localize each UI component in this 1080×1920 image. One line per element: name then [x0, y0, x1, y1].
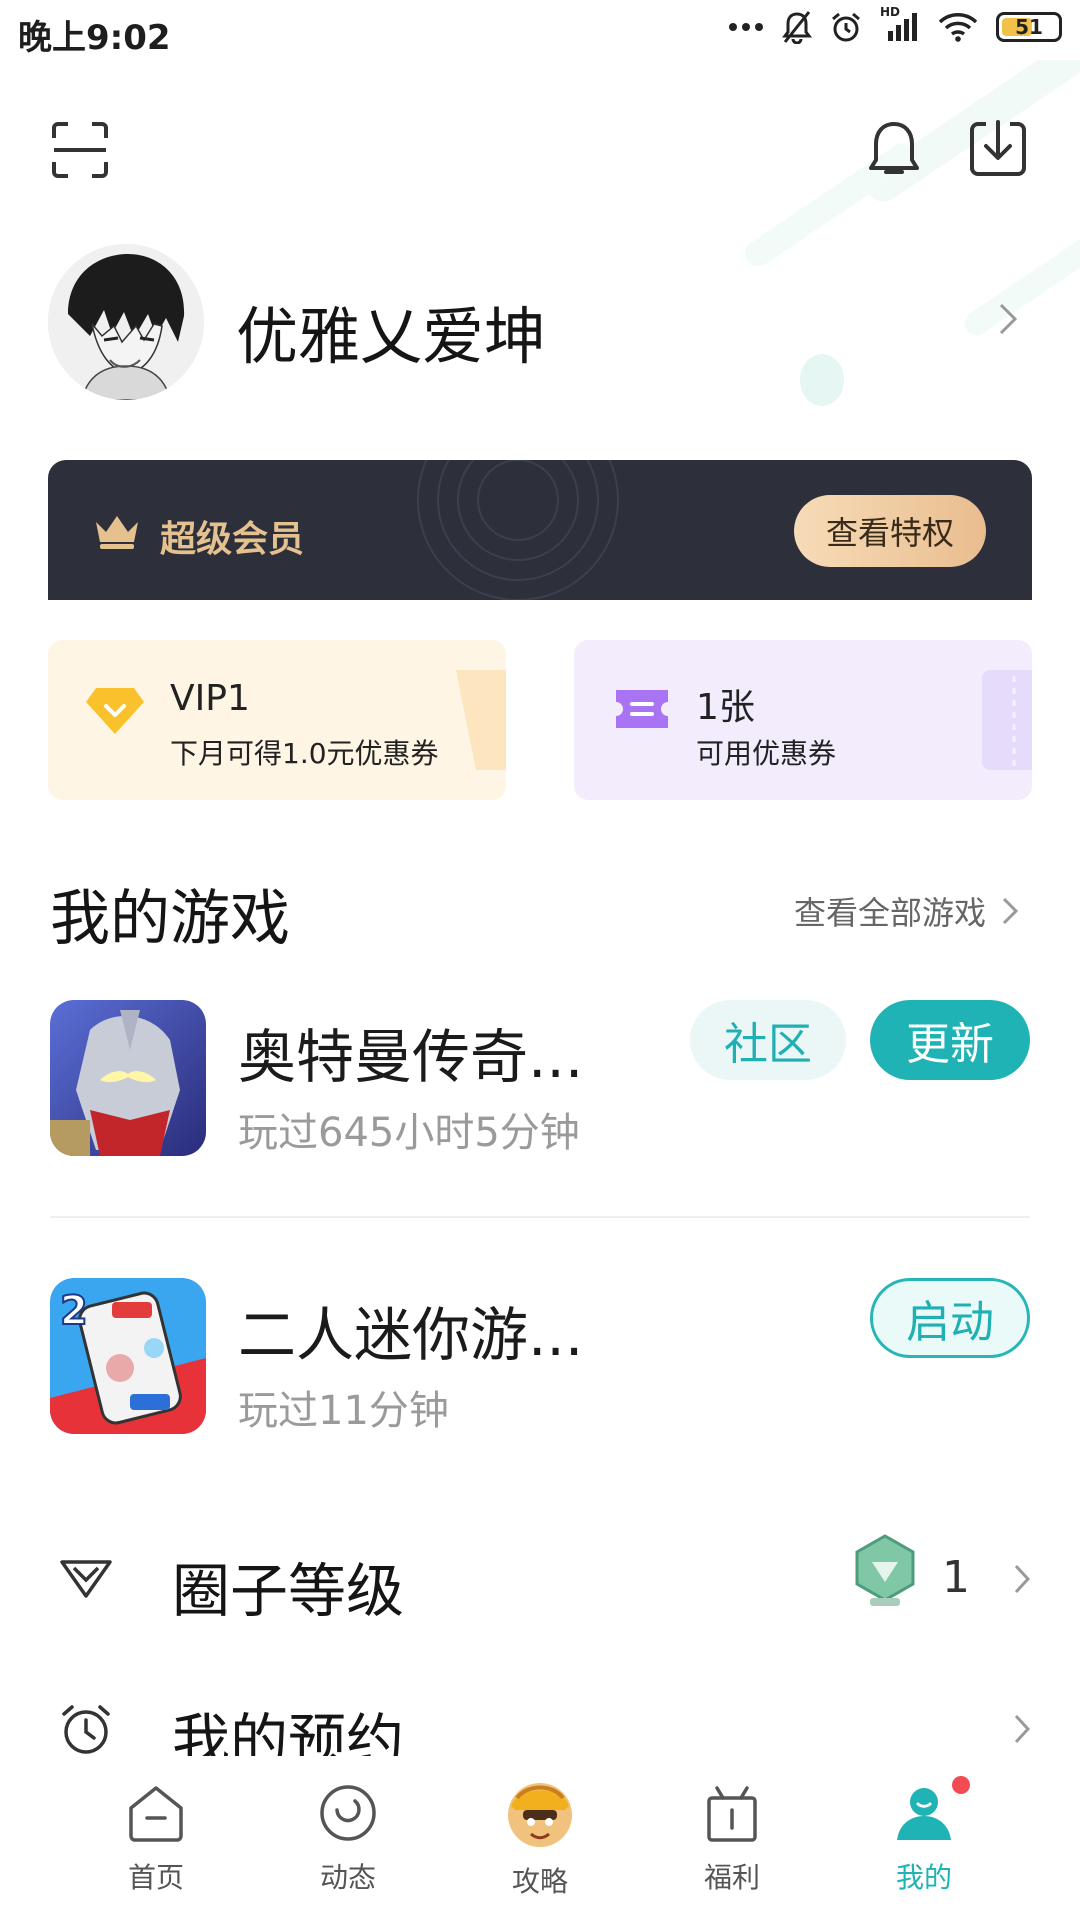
notification-dot [952, 1776, 970, 1794]
more-dots-icon [729, 23, 763, 31]
status-bar: 晚上9:02 HD 51 [0, 0, 1080, 66]
header-toolbar [0, 110, 1080, 190]
tab-home[interactable]: 首页 [96, 1780, 216, 1896]
diamond-icon [86, 688, 144, 734]
coupon-count: 1张 [696, 687, 755, 728]
scan-icon[interactable] [50, 120, 110, 180]
wifi-icon [938, 13, 978, 42]
bottom-tab-bar: 首页 动态 攻略 福利 我的 [0, 1756, 1080, 1920]
circle-level-value: 1 [942, 1552, 970, 1603]
page: 晚上9:02 HD 51 优雅乂爱坤 超级会员 查看特权 VIP1 下月可得1.… [0, 0, 1080, 1920]
home-icon [129, 1786, 183, 1842]
game-row-ultraman[interactable]: 奥特曼传奇... 玩过645小时5分钟 社区 更新 [50, 1000, 1034, 1160]
game-name: 奥特曼传奇... [238, 1023, 584, 1091]
svg-text:2: 2 [60, 1288, 88, 1334]
launch-button[interactable]: 启动 [870, 1278, 1030, 1358]
download-icon[interactable] [968, 118, 1028, 180]
mute-bell-icon [782, 11, 812, 44]
vip-benefit-text: 下月可得1.0元优惠券 [170, 737, 439, 770]
alarm-icon [832, 12, 860, 42]
game-playtime: 玩过11分钟 [238, 1388, 449, 1434]
chevron-right-icon[interactable] [998, 302, 1018, 336]
super-vip-banner[interactable]: 超级会员 查看特权 [48, 460, 1032, 600]
tab-label: 福利 [703, 1861, 760, 1894]
tab-me[interactable]: 我的 [864, 1776, 984, 1896]
tab-label: 我的 [895, 1861, 952, 1894]
vip-level: VIP1 [170, 678, 250, 719]
chevron-right-icon [1014, 1564, 1030, 1594]
game-name: 二人迷你游... [238, 1301, 584, 1369]
tab-label: 首页 [127, 1861, 184, 1894]
status-icons: HD 51 [728, 5, 1062, 44]
alarm-clock-icon [62, 1705, 110, 1754]
vip-title: 超级会员 [160, 519, 305, 560]
level-badge-icon [855, 1534, 915, 1606]
chevron-right-icon [1014, 1714, 1030, 1744]
person-icon [897, 1788, 951, 1840]
benefit-cards: VIP1 下月可得1.0元优惠券 1张 可用优惠券 [48, 640, 1032, 800]
divider [50, 1216, 1030, 1218]
update-button[interactable]: 更新 [870, 1000, 1030, 1080]
tab-label: 攻略 [511, 1865, 568, 1898]
battery-level: 51 [1015, 15, 1043, 39]
two-player-game-icon[interactable]: 2 [50, 1278, 206, 1434]
tab-guides[interactable]: 攻略 [480, 1780, 600, 1900]
game-playtime: 玩过645小时5分钟 [238, 1110, 580, 1156]
circle-level-label: 圈子等级 [172, 1557, 405, 1625]
my-games-title: 我的游戏 [50, 884, 290, 954]
view-all-games-label[interactable]: 查看全部游戏 [794, 888, 986, 934]
vip-level-card[interactable]: VIP1 下月可得1.0元优惠券 [48, 640, 506, 800]
ticket-icon [616, 690, 668, 728]
view-all-games-link[interactable]: 查看全部游戏 [794, 888, 1018, 934]
coupon-label: 可用优惠券 [696, 737, 837, 770]
tab-label: 动态 [319, 1861, 376, 1894]
signal-hd-label: HD [880, 5, 901, 19]
avatar[interactable] [48, 244, 204, 400]
status-time: 晚上9:02 [18, 18, 171, 58]
view-privileges-button[interactable]: 查看特权 [794, 495, 986, 567]
diamond-outline-icon [60, 1560, 112, 1598]
chevron-right-icon [1002, 897, 1018, 925]
tab-moments[interactable]: 动态 [288, 1780, 408, 1896]
signal-icon: HD [880, 5, 920, 43]
tab-benefits[interactable]: 福利 [672, 1780, 792, 1896]
coupon-card-decoration [982, 670, 1032, 770]
character-avatar-icon [508, 1783, 572, 1847]
vip-card-decoration [456, 670, 506, 770]
moment-icon [320, 1785, 376, 1841]
circle-level-row[interactable]: 圈子等级 1 [50, 1530, 1030, 1630]
ultraman-game-icon[interactable] [50, 1000, 206, 1156]
game-row-two-player[interactable]: 2 二人迷你游... 玩过11分钟 启动 [50, 1278, 1034, 1438]
bell-icon[interactable] [866, 118, 922, 180]
community-button[interactable]: 社区 [690, 1000, 846, 1080]
username[interactable]: 优雅乂爱坤 [236, 286, 546, 376]
battery-icon: 51 [996, 12, 1062, 42]
crown-icon [96, 516, 138, 549]
profile-header[interactable]: 优雅乂爱坤 [48, 244, 1038, 404]
gift-icon [707, 1786, 757, 1842]
coupon-card[interactable]: 1张 可用优惠券 [574, 640, 1032, 800]
